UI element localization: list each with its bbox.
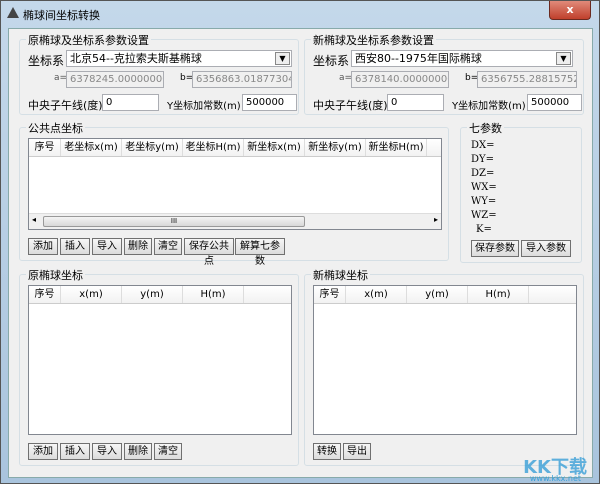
target-a-field[interactable]: 6378140.0000000000 (351, 71, 449, 88)
param-dy: DY= (471, 154, 494, 165)
chevron-down-icon: ▼ (556, 52, 571, 65)
group-legend: 七参数 (467, 120, 504, 136)
save-params-button[interactable]: 保存参数 (471, 240, 519, 257)
target-points-group: 新椭球坐标 序号 x(m) y(m) H(m) 转换 导出 (304, 267, 584, 466)
save-common-points-button[interactable]: 保存公共点 (184, 238, 234, 267)
source-b-field[interactable]: 6356863.0187730473 (192, 71, 292, 88)
source-a-field[interactable]: 6378245.0000000000 (66, 71, 164, 88)
y-const-label: Y坐标加常数(m) (452, 101, 526, 112)
column-header[interactable]: 新坐标y(m) (305, 139, 366, 156)
table-header: 序号 x(m) y(m) H(m) (29, 286, 291, 304)
select-value: 西安80--1975年国际椭球 (355, 52, 482, 65)
target-cs-select[interactable]: 西安80--1975年国际椭球 ▼ (351, 50, 573, 67)
param-wz: WZ= (471, 210, 497, 221)
seven-params-group: 七参数 DX= DY= DZ= WX= WY= WZ= K= 保存参数 导入参数 (460, 120, 582, 263)
source-y-const-input[interactable]: 500000 (242, 94, 297, 111)
target-params-group: 新椭球及坐标系参数设置 坐标系 西安80--1975年国际椭球 ▼ a= 6378… (304, 32, 584, 115)
target-b-field[interactable]: 6356755.2881575283 (477, 71, 577, 88)
common-delete-button[interactable]: 删除 (124, 238, 152, 255)
insert-button[interactable]: 插入 (60, 443, 90, 460)
column-header[interactable]: 老坐标x(m) (61, 139, 122, 156)
column-header[interactable]: x(m) (61, 286, 122, 303)
export-button[interactable]: 导出 (343, 443, 371, 460)
scroll-right-icon[interactable]: ▸ (434, 215, 438, 224)
column-header[interactable]: y(m) (407, 286, 468, 303)
scroll-left-icon[interactable]: ◂ (32, 215, 36, 224)
horizontal-scrollbar[interactable]: ◂ III ▸ (29, 213, 441, 229)
scrollbar-thumb[interactable]: III (43, 216, 305, 227)
column-header[interactable]: 老坐标H(m) (183, 139, 244, 156)
column-header[interactable]: 序号 (29, 286, 61, 303)
column-header[interactable]: H(m) (183, 286, 244, 303)
select-value: 北京54--克拉索夫斯基椭球 (70, 52, 202, 65)
source-points-table[interactable]: 序号 x(m) y(m) H(m) (28, 285, 292, 435)
common-points-group: 公共点坐标 序号 老坐标x(m) 老坐标y(m) 老坐标H(m) 新坐标x(m)… (19, 120, 449, 267)
column-header[interactable]: 老坐标y(m) (122, 139, 183, 156)
table-header: 序号 老坐标x(m) 老坐标y(m) 老坐标H(m) 新坐标x(m) 新坐标y(… (29, 139, 441, 157)
param-dx: DX= (471, 140, 495, 151)
common-points-table[interactable]: 序号 老坐标x(m) 老坐标y(m) 老坐标H(m) 新坐标x(m) 新坐标y(… (28, 138, 442, 230)
source-central-meridian-input[interactable]: 0 (102, 94, 159, 111)
convert-button[interactable]: 转换 (313, 443, 341, 460)
table-header: 序号 x(m) y(m) H(m) (314, 286, 576, 304)
watermark-url: www.kkx.net (529, 474, 581, 483)
cs-label: 坐标系 (313, 54, 350, 68)
group-legend: 原椭球坐标 (26, 267, 85, 283)
column-header[interactable]: 序号 (29, 139, 61, 156)
cs-label: 坐标系 (28, 54, 65, 68)
group-legend: 新椭球坐标 (311, 267, 370, 283)
import-params-button[interactable]: 导入参数 (521, 240, 571, 257)
group-legend: 新椭球及坐标系参数设置 (311, 32, 436, 48)
target-points-table[interactable]: 序号 x(m) y(m) H(m) (313, 285, 577, 435)
import-button[interactable]: 导入 (92, 443, 122, 460)
group-legend: 原椭球及坐标系参数设置 (26, 32, 151, 48)
column-header[interactable]: 新坐标H(m) (366, 139, 427, 156)
solve-seven-params-button[interactable]: 解算七参数 (235, 238, 285, 267)
column-header[interactable]: x(m) (346, 286, 407, 303)
chevron-down-icon: ▼ (275, 52, 290, 65)
y-const-label: Y坐标加常数(m) (167, 101, 241, 112)
app-icon (7, 7, 19, 18)
client-area: 原椭球及坐标系参数设置 坐标系 北京54--克拉索夫斯基椭球 ▼ a= 63782… (8, 28, 593, 478)
source-points-group: 原椭球坐标 序号 x(m) y(m) H(m) 添加 插入 导入 删除 清空 (19, 267, 299, 466)
common-insert-button[interactable]: 插入 (60, 238, 90, 255)
common-clear-button[interactable]: 清空 (154, 238, 182, 255)
common-import-button[interactable]: 导入 (92, 238, 122, 255)
source-cs-select[interactable]: 北京54--克拉索夫斯基椭球 ▼ (66, 50, 292, 67)
clear-button[interactable]: 清空 (154, 443, 182, 460)
target-y-const-input[interactable]: 500000 (527, 94, 582, 111)
cm-label: 中央子午线(度) (28, 99, 103, 112)
window-title: 椭球间坐标转换 (23, 9, 100, 22)
app-window: 椭球间坐标转换 x 原椭球及坐标系参数设置 坐标系 北京54--克拉索夫斯基椭球… (0, 0, 600, 484)
param-wx: WX= (471, 182, 497, 193)
delete-button[interactable]: 删除 (124, 443, 152, 460)
param-dz: DZ= (471, 168, 495, 179)
source-params-group: 原椭球及坐标系参数设置 坐标系 北京54--克拉索夫斯基椭球 ▼ a= 63782… (19, 32, 299, 115)
add-button[interactable]: 添加 (28, 443, 58, 460)
param-k: K= (476, 224, 492, 235)
column-header[interactable]: H(m) (468, 286, 529, 303)
column-header[interactable]: 序号 (314, 286, 346, 303)
close-button[interactable]: x (549, 1, 591, 20)
common-add-button[interactable]: 添加 (28, 238, 58, 255)
param-wy: WY= (471, 196, 497, 207)
column-header[interactable]: y(m) (122, 286, 183, 303)
target-central-meridian-input[interactable]: 0 (387, 94, 444, 111)
group-legend: 公共点坐标 (26, 120, 85, 136)
column-header[interactable]: 新坐标x(m) (244, 139, 305, 156)
cm-label: 中央子午线(度) (313, 99, 388, 112)
